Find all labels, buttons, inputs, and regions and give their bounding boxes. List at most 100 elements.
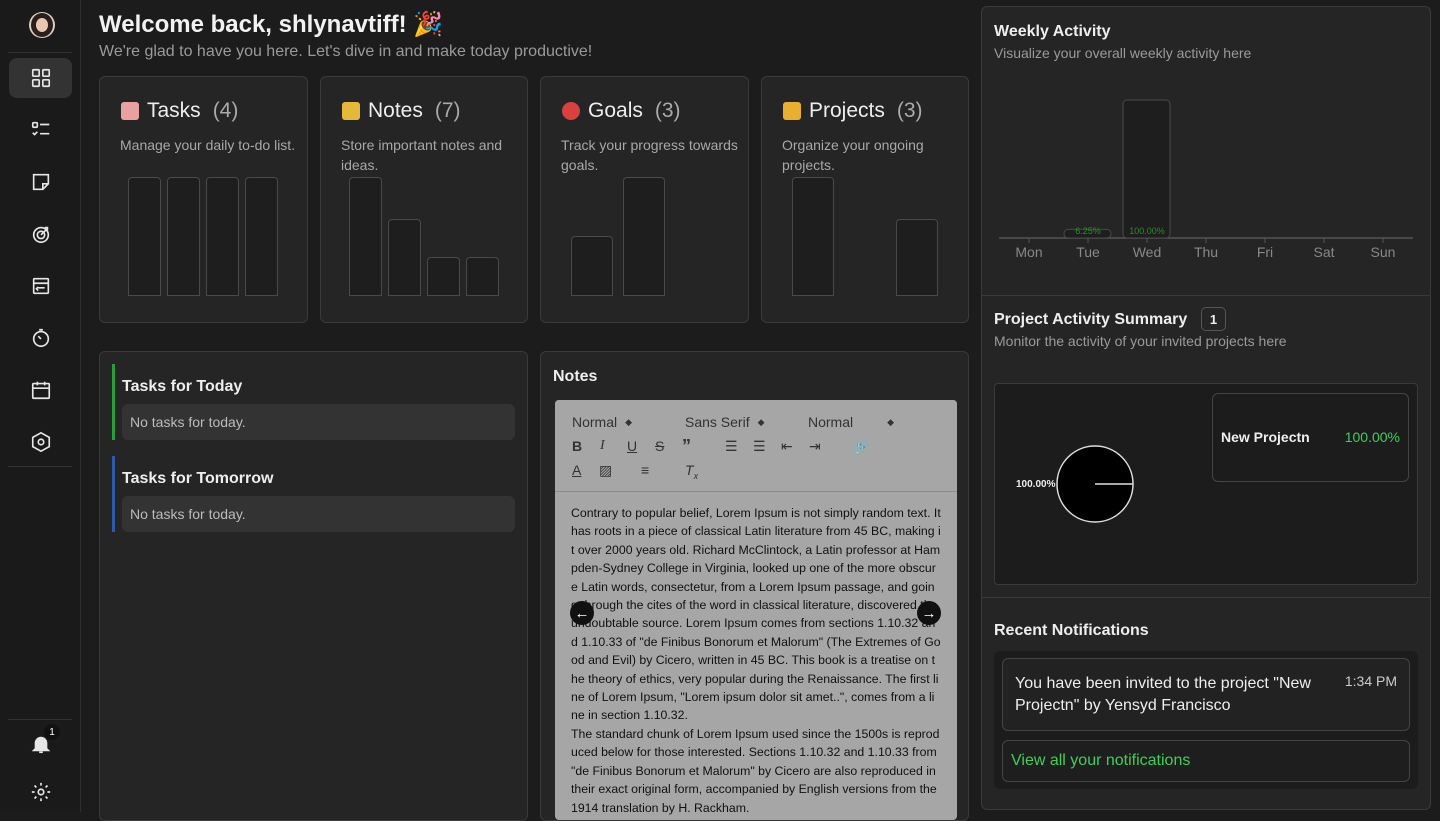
heading-select[interactable]: Normal ◆ [572,414,632,430]
notification-item[interactable]: You have been invited to the project "Ne… [1002,658,1410,731]
card-bar [349,177,382,296]
next-note-button[interactable]: → [917,601,941,625]
card-description: Organize your ongoing projects. [782,137,924,173]
section-title: Notes [553,368,598,385]
italic-button[interactable]: I [600,438,605,454]
tasks-today-section: Tasks for Today No tasks for today. [112,364,516,440]
nav-notes[interactable] [9,162,72,202]
pie-label: 100.00% [1016,479,1056,490]
card-bar [896,219,938,296]
nav-hub[interactable] [9,422,72,462]
notifications-button[interactable] [9,724,72,764]
section-title: Recent Notifications [994,622,1149,639]
divider [8,719,72,720]
card-bar [792,177,834,296]
nav-pomodoro[interactable] [9,318,72,358]
card-bar [245,177,278,296]
prev-note-button[interactable]: ← [570,601,594,625]
target-icon [32,226,49,244]
bar-value-label: 6.25% [1075,226,1101,236]
card-notes[interactable]: Notes (7) Store important notes and ideas… [320,76,528,323]
font-select[interactable]: Sans Serif ◆ [685,414,765,430]
chevron-icon: ◆ [757,416,765,427]
notebook-icon [342,102,360,120]
page-title: Welcome back, shlynavtiff! 🎉 [99,11,444,38]
align-icon[interactable]: ≡ [641,462,649,478]
project-legend: New Projectn 100.00% [1212,393,1409,482]
nav-calendar[interactable] [9,370,72,410]
project-pie-box: 100.00% New Projectn 100.00% [994,383,1418,585]
x-tick-label: Fri [1257,244,1273,260]
card-title: Tasks [147,99,201,122]
quote-button[interactable]: ” [682,436,691,457]
hub-icon [31,431,50,453]
view-all-notifications-link[interactable]: View all your notifications [1002,740,1410,782]
outdent-icon[interactable]: ⇤ [781,438,793,455]
bar-value-label: 100.00% [1129,226,1165,236]
card-goals[interactable]: Goals (3) Track your progress towards goa… [540,76,749,323]
card-bar [571,236,613,296]
tasks-tomorrow-section: Tasks for Tomorrow No tasks for today. [112,456,516,532]
legend-project-value: 100.00% [1344,429,1400,445]
chevron-icon: ◆ [625,416,633,427]
card-count: (3) [654,99,681,122]
background-color-icon[interactable]: ▨ [599,462,612,479]
card-title: Goals [588,99,643,122]
link-icon[interactable]: 🔗 [852,438,869,455]
size-select[interactable]: Normal ◆ [808,414,894,430]
section-title: Tasks for Today [122,378,243,395]
x-tick-label: Sun [1371,244,1396,260]
bold-button[interactable]: B [572,438,582,454]
divider [8,52,72,53]
settings-button[interactable] [9,772,72,812]
text-color-button[interactable]: A [572,462,581,478]
rich-text-editor[interactable]: Normal ◆ Sans Serif ◆ Normal ◆ B I U S ” ☰ … [555,400,957,820]
divider [8,466,72,467]
nav-goals[interactable] [9,214,72,254]
section-subtitle: Monitor the activity of your invited pro… [994,333,1287,349]
divider [982,295,1430,296]
memo-icon [121,102,139,120]
empty-message: No tasks for today. [122,496,515,532]
sidebar: 1 [0,0,81,812]
divider [982,597,1430,598]
clear-format-icon[interactable]: Tx [685,462,698,481]
card-projects[interactable]: Projects (3) Organize your ongoing projec… [761,76,969,323]
checklist-icon [31,121,49,136]
section-title: Tasks for Tomorrow [122,470,274,487]
weekly-bar [1122,99,1171,239]
note-paragraph: Contrary to popular belief, Lorem Ipsum … [571,506,941,723]
indent-icon[interactable]: ⇥ [809,438,821,455]
nav-dashboard[interactable] [9,58,72,98]
size-select-value: Normal [808,414,854,430]
gear-icon [31,782,50,802]
weekly-activity-chart: Mon 6.25% Tue 100.00% Wed Thu Fri Sat Sun [999,99,1413,260]
avatar[interactable] [29,12,55,38]
notification-badge: 1 [44,724,60,740]
note-icon [32,173,49,191]
font-select-value: Sans Serif [685,414,750,430]
editor-content[interactable]: Contrary to popular belief, Lorem Ipsum … [555,492,957,820]
x-tick-label: Sat [1313,244,1334,260]
notifications-box: You have been invited to the project "Ne… [994,651,1418,789]
card-count: (7) [434,99,461,122]
accent-line [112,364,115,440]
card-bar [128,177,161,296]
underline-button[interactable]: U [627,438,637,454]
nav-tasks[interactable] [9,110,72,150]
strike-button[interactable]: S [655,438,664,454]
nav-projects[interactable] [9,266,72,306]
calendar-icon [31,381,50,400]
card-bar [623,177,665,296]
dashboard-icon [31,68,50,88]
ordered-list-icon[interactable]: ☰ [725,438,738,455]
x-tick-label: Tue [1076,244,1100,260]
project-icon [32,277,49,295]
note-paragraph: The standard chunk of Lorem Ipsum used s… [571,726,940,815]
card-tasks[interactable]: Tasks (4) Manage your daily to-do list. [99,76,308,323]
notification-time: 1:34 PM [1344,673,1397,689]
card-bar [206,177,239,296]
bullet-list-icon[interactable]: ☰ [753,438,766,455]
page-subtitle: We're glad to have you here. Let's dive … [99,43,593,60]
card-title: Notes [368,99,423,122]
